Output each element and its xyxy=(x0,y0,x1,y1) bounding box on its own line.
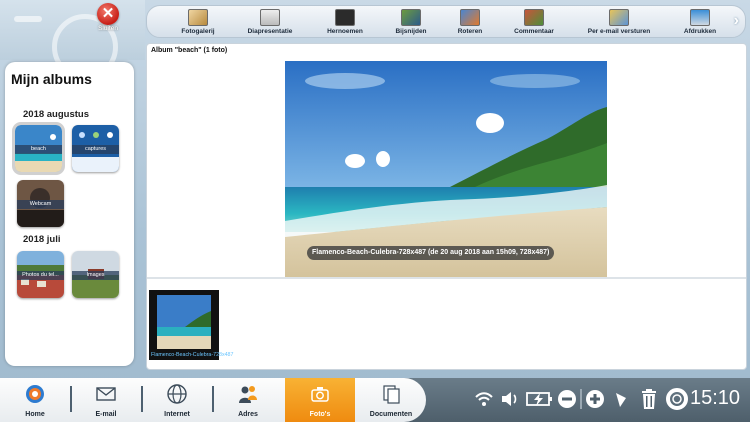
taskbar: Home E-mail Internet Adres Foto's Docume… xyxy=(0,378,750,422)
app-dock: Home E-mail Internet Adres Foto's Docume… xyxy=(0,378,426,422)
crop-icon xyxy=(401,9,421,26)
toolbar-photo-gallery-button[interactable]: Fotogalerij xyxy=(163,9,233,35)
dock-home[interactable]: Home xyxy=(0,378,70,422)
dock-label: Home xyxy=(25,411,45,418)
dock-email[interactable]: E-mail xyxy=(71,378,141,422)
thumbnail-label: Flamenco-Beach-Culebra-728x487 xyxy=(151,352,234,358)
album-label: Photos du tel... xyxy=(17,271,64,280)
album-label: Webcam xyxy=(17,200,64,209)
logo-bar xyxy=(14,16,42,22)
photo-thumbnail[interactable]: Flamenco-Beach-Culebra-728x487 xyxy=(149,290,233,360)
album-label: beach xyxy=(15,145,62,154)
photo-viewer: Album "beach" (1 foto) Flamenco-Beach-Cu… xyxy=(146,43,747,370)
photo-caption: Flamenco-Beach-Culebra-728x487 (de 20 au… xyxy=(307,246,555,260)
slideshow-icon xyxy=(260,9,280,26)
comment-icon xyxy=(524,9,544,26)
album-group-label: 2018 juli xyxy=(23,234,61,245)
zoom-out-icon[interactable] xyxy=(557,389,577,409)
toolbar-label: Commentaar xyxy=(514,28,554,35)
zoom-in-icon[interactable] xyxy=(585,389,605,409)
dock-label: E-mail xyxy=(95,411,117,418)
album-label: captures xyxy=(72,145,119,154)
chevron-right-icon[interactable]: › xyxy=(734,12,739,30)
rename-icon xyxy=(335,9,355,26)
undo-icon[interactable] xyxy=(612,389,632,409)
toolbar-slideshow-button[interactable]: Diapresentatie xyxy=(235,9,305,35)
help-lifebuoy-icon[interactable] xyxy=(666,388,688,410)
photo-gallery-icon xyxy=(188,9,208,26)
album-label: Images xyxy=(72,271,119,280)
beach-photo-image xyxy=(285,61,607,277)
dock-label: Documenten xyxy=(369,411,413,418)
documents-icon xyxy=(383,385,400,404)
volume-icon[interactable] xyxy=(500,390,520,408)
dock-address[interactable]: Adres xyxy=(213,378,283,422)
toolbar-label: Per e-mail versturen xyxy=(587,28,651,35)
close-icon: ✕ xyxy=(97,3,119,25)
toolbar-label: Hernoemen xyxy=(327,28,363,35)
album-captures[interactable]: captures xyxy=(72,125,119,172)
globe-icon xyxy=(167,384,187,404)
camera-icon xyxy=(311,387,329,402)
logo-area xyxy=(0,0,145,80)
dock-documents[interactable]: Documenten xyxy=(356,378,426,422)
toolbar-rename-button[interactable]: Hernoemen xyxy=(310,9,380,35)
toolbar-print-button[interactable]: Afdrukken xyxy=(665,9,735,35)
printer-icon xyxy=(690,9,710,26)
wifi-icon[interactable] xyxy=(474,390,494,408)
contacts-icon xyxy=(239,386,257,403)
battery-charging-icon[interactable] xyxy=(526,390,554,408)
toolbar-label: Diapresentatie xyxy=(247,28,293,35)
album-beach[interactable]: beach xyxy=(12,122,65,175)
toolbar-comment-button[interactable]: Commentaar xyxy=(499,9,569,35)
dock-internet[interactable]: Internet xyxy=(142,378,212,422)
album-photos-du-tel[interactable]: Photos du tel... xyxy=(17,251,64,298)
album-images[interactable]: Images xyxy=(72,251,119,298)
toolbar-label: Afdrukken xyxy=(683,28,717,35)
album-group-label: 2018 augustus xyxy=(23,109,89,120)
panel-divider xyxy=(147,277,746,279)
close-button[interactable]: ✕ Sluiten xyxy=(94,3,122,32)
toolbar-rotate-button[interactable]: Roteren xyxy=(435,9,505,35)
album-sidebar: Mijn albums 2018 augustus beach captures… xyxy=(5,62,134,366)
status-separator xyxy=(580,389,582,409)
main-photo[interactable]: Flamenco-Beach-Culebra-728x487 (de 20 au… xyxy=(285,61,607,277)
clock: 15:10 xyxy=(690,387,741,409)
album-title: Album "beach" (1 foto) xyxy=(151,47,228,54)
close-label: Sluiten xyxy=(98,25,118,32)
rotate-icon xyxy=(460,9,480,26)
dock-label: Foto's xyxy=(309,411,331,418)
email-send-icon xyxy=(609,9,629,26)
toolbar: Fotogalerij Diapresentatie Hernoemen Bij… xyxy=(146,5,746,38)
album-webcam[interactable]: Webcam xyxy=(17,180,64,227)
trash-icon[interactable] xyxy=(640,388,658,410)
sidebar-title: Mijn albums xyxy=(11,71,92,87)
home-icon xyxy=(26,385,44,403)
dock-photos[interactable]: Foto's xyxy=(285,378,355,422)
toolbar-label: Fotogalerij xyxy=(181,28,215,35)
thumbnail-image xyxy=(157,295,211,349)
toolbar-email-send-button[interactable]: Per e-mail versturen xyxy=(584,9,654,35)
envelope-icon xyxy=(96,387,116,401)
dock-label: Adres xyxy=(238,411,258,418)
toolbar-label: Roteren xyxy=(457,28,483,35)
dock-label: Internet xyxy=(164,411,190,418)
